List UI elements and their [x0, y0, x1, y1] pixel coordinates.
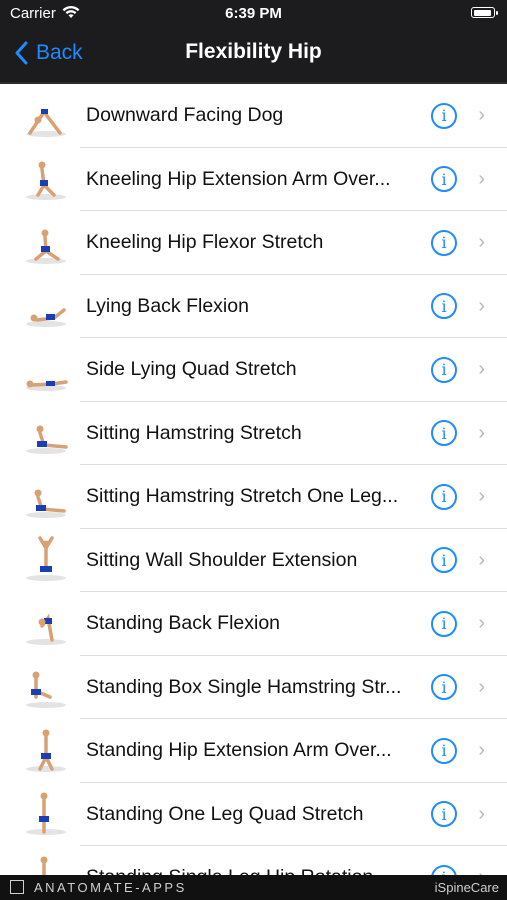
exercise-label: Kneeling Hip Flexor Stretch: [86, 231, 324, 254]
exercise-label: Sitting Hamstring Stretch One Leg...: [86, 485, 399, 508]
exercise-row[interactable]: Standing Hip Extension Arm Over... i ›: [0, 719, 507, 783]
chevron-right-icon: ›: [478, 167, 485, 190]
info-icon[interactable]: i: [431, 420, 457, 447]
standing-quad-figure-thumbnail: [26, 792, 66, 836]
footer-app-name: iSpineCare: [434, 880, 499, 895]
chevron-right-icon: ›: [478, 231, 485, 254]
standing-arm-over-figure-thumbnail: [26, 729, 66, 772]
exercise-label: Standing Hip Extension Arm Over...: [86, 739, 392, 762]
brand-logo-icon: [10, 880, 24, 894]
status-bar: Carrier 6:39 PM: [0, 0, 507, 28]
exercise-label: Side Lying Quad Stretch: [86, 358, 297, 381]
footer-bar: ANATOMATE-APPS iSpineCare: [0, 875, 507, 900]
sitting-one-leg-figure-thumbnail: [26, 489, 66, 518]
exercise-label: Downward Facing Dog: [86, 104, 284, 127]
exercise-row[interactable]: Kneeling Hip Flexor Stretch i ›: [0, 211, 507, 275]
page-title: Flexibility Hip: [185, 40, 322, 63]
sitting-hamstring-figure-thumbnail: [26, 425, 68, 455]
exercise-row[interactable]: Standing Single Leg Hip Rotation i ›: [0, 846, 507, 875]
chevron-right-icon: ›: [478, 421, 485, 444]
info-icon[interactable]: i: [431, 547, 457, 574]
info-icon[interactable]: i: [431, 356, 457, 383]
chevron-right-icon: ›: [478, 104, 485, 127]
chevron-right-icon: ›: [478, 739, 485, 762]
chevron-right-icon: ›: [478, 866, 485, 875]
chevron-right-icon: ›: [478, 612, 485, 635]
footer-brand: ANATOMATE-APPS: [34, 880, 187, 895]
exercise-row[interactable]: Side Lying Quad Stretch i ›: [0, 338, 507, 402]
chevron-right-icon: ›: [478, 358, 485, 381]
info-icon[interactable]: i: [431, 864, 457, 875]
info-icon[interactable]: i: [431, 229, 457, 256]
info-icon[interactable]: i: [431, 737, 457, 764]
exercise-row[interactable]: Standing One Leg Quad Stretch i ›: [0, 783, 507, 847]
info-icon[interactable]: i: [431, 801, 457, 828]
exercise-row[interactable]: Lying Back Flexion i ›: [0, 275, 507, 339]
navigation-bar: Back Flexibility Hip: [0, 28, 507, 80]
exercise-row[interactable]: Sitting Hamstring Stretch i ›: [0, 402, 507, 466]
chevron-right-icon: ›: [478, 548, 485, 571]
battery-icon: [471, 7, 498, 18]
lying-back-figure-thumbnail: [26, 308, 66, 328]
info-icon[interactable]: i: [431, 610, 457, 637]
info-icon[interactable]: i: [431, 483, 457, 510]
info-icon[interactable]: i: [431, 674, 457, 701]
exercise-row[interactable]: Standing Box Single Hamstring Str... i ›: [0, 656, 507, 720]
exercise-row[interactable]: Sitting Hamstring Stretch One Leg... i ›: [0, 465, 507, 529]
downward-dog-figure-thumbnail: [26, 108, 66, 137]
exercise-label: Standing One Leg Quad Stretch: [86, 802, 364, 825]
info-icon[interactable]: i: [431, 293, 457, 320]
chevron-right-icon: ›: [478, 294, 485, 317]
exercise-label: Kneeling Hip Extension Arm Over...: [86, 167, 391, 190]
chevron-right-icon: ›: [478, 675, 485, 698]
exercise-label: Standing Single Leg Hip Rotation: [86, 866, 416, 875]
exercise-label: Sitting Hamstring Stretch: [86, 421, 302, 444]
exercise-label: Standing Box Single Hamstring Str...: [86, 675, 402, 698]
exercise-label: Lying Back Flexion: [86, 294, 249, 317]
status-time: 6:39 PM: [225, 5, 282, 22]
standing-box-figure-thumbnail: [26, 671, 66, 709]
exercise-label: Standing Back Flexion: [86, 612, 281, 635]
info-icon[interactable]: i: [431, 166, 457, 193]
exercise-row[interactable]: Kneeling Hip Extension Arm Over... i ›: [0, 148, 507, 212]
exercise-row[interactable]: Sitting Wall Shoulder Extension i ›: [0, 529, 507, 593]
side-lying-figure-thumbnail: [26, 380, 68, 391]
exercise-row[interactable]: Downward Facing Dog i ›: [0, 84, 507, 148]
standing-rotation-figure-thumbnail: [40, 856, 48, 875]
kneeling-arm-over-figure-thumbnail: [26, 161, 66, 201]
header-bar: Carrier 6:39 PM Back Flexibility Hip: [0, 0, 507, 82]
exercise-label: Sitting Wall Shoulder Extension: [86, 548, 358, 571]
standing-back-figure-thumbnail: [26, 613, 66, 645]
exercise-list[interactable]: Downward Facing Dog i › Kneeling Hip Extens…: [0, 84, 507, 875]
chevron-right-icon: ›: [478, 802, 485, 825]
chevron-right-icon: ›: [478, 485, 485, 508]
sitting-wall-figure-thumbnail: [26, 536, 66, 582]
info-icon[interactable]: i: [431, 102, 457, 129]
exercise-row[interactable]: Standing Back Flexion i ›: [0, 592, 507, 656]
kneeling-flexor-figure-thumbnail: [26, 229, 66, 264]
